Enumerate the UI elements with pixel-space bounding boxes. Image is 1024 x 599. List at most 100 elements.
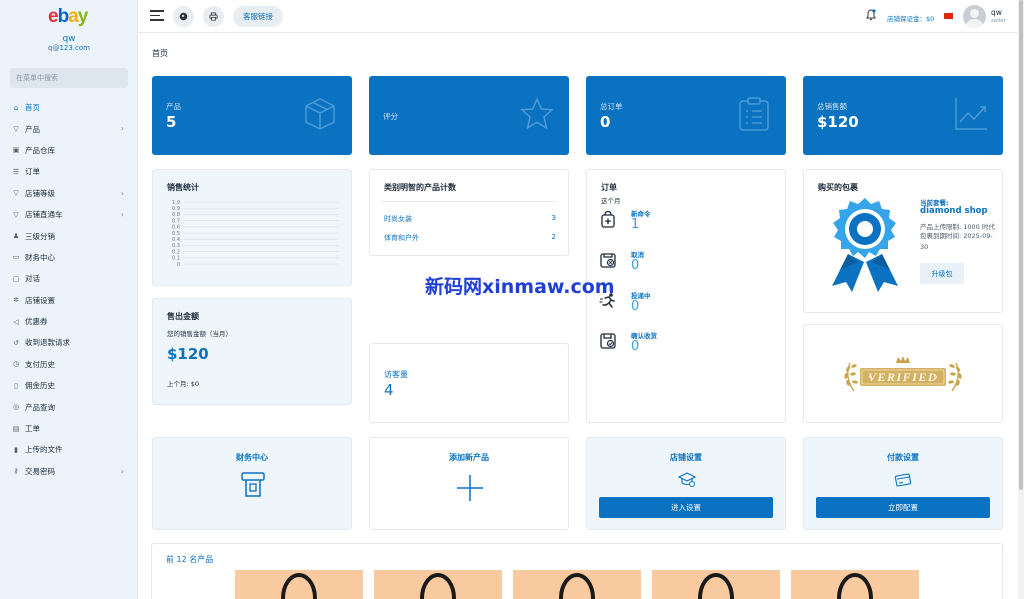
sidebar-item[interactable]: ⌂ 首页 [0,97,138,118]
product-thumbnail[interactable] [513,570,641,599]
page-scrollbar[interactable] [1018,0,1024,599]
order-item-new[interactable]: 新命令 1 [599,208,749,238]
product-thumbnail[interactable] [374,570,502,599]
configure-now-button[interactable]: 立即配置 [816,497,990,518]
sidebar-item[interactable]: ▤ 工单 [0,418,138,439]
notification-bell-icon[interactable] [866,9,876,24]
y-tick-label: 0.3 [172,243,180,249]
sidebar-item[interactable]: ◁ 优惠券 [0,311,138,332]
visitors-card: 访客量 4 [369,343,569,423]
sidebar-item[interactable]: ▽ 产品 › [0,118,138,139]
sidebar-item-label: 交易密码 [25,466,55,476]
finance-center-card[interactable]: 财务中心 [152,437,352,530]
order-item-cancelled[interactable]: 取消 0 [599,249,749,279]
sidebar-item[interactable]: ◎ 产品查询 [0,396,138,417]
sidebar-item[interactable]: ▢ 对话 [0,268,138,289]
print-button[interactable] [203,6,224,27]
product-thumbnail[interactable] [652,570,780,599]
plus-icon [457,475,483,501]
order-item-value: 0 [631,258,640,273]
cart-icon: ▽ [13,210,19,219]
support-link-button[interactable]: 客服链接 [233,6,283,27]
refund-icon: ↺ [13,338,19,347]
confirm-receipt-icon [600,333,616,349]
upgrade-package-button[interactable]: 升级包 [920,263,964,284]
sidebar-item[interactable]: ↺ 收到退款请求 [0,332,138,353]
logo-letter: y [77,6,89,27]
product-thumbnail[interactable] [791,570,919,599]
stat-card-rating[interactable]: 评分 [369,76,569,155]
y-tick-label: 0.4 [172,237,180,243]
order-item-confirmed[interactable]: 确认收货 0 [599,330,749,360]
sales-stats-card: 销售统计 1.0 0.9 0.8 0.7 0.6 0.5 0.4 0.3 0.2 0.1 0 [152,169,352,286]
chevron-right-icon: › [120,466,124,476]
printer-icon [209,12,218,21]
avatar[interactable] [963,5,986,28]
stat-label: 总销售额 [817,102,847,111]
sidebar-item[interactable]: ◷ 支付历史 [0,354,138,375]
package-card: 购买的包裹 当前套餐: diamond shop 产品上传限制: 1000 时代… [803,169,1003,313]
sidebar-item[interactable]: ▮ 上传的文件 [0,439,138,460]
menu-search-input[interactable] [10,68,128,88]
users-icon: ♟ [12,232,20,241]
logo-letter: a [68,6,79,27]
product-thumbnail[interactable] [235,570,363,599]
store-deposit[interactable]: 店铺保证金：$0 [887,13,934,23]
order-item-value: 0 [631,299,640,314]
sidebar: ebay qw q@123.com ⌂首页▽产品›▣产品仓库☰订单▽店铺等级›▽… [0,0,138,599]
category-row[interactable]: 时尚女装 3 [384,214,556,224]
china-flag-icon[interactable] [944,13,953,19]
globe-button[interactable] [173,6,194,27]
logo-letter: e [48,6,59,27]
sidebar-item[interactable]: ⚷ 交易密码 › [0,461,138,482]
new-order-icon [601,210,615,228]
visitors-label: 访客量 [384,370,408,379]
stat-value: 5 [166,113,177,131]
topbar: 客服链接 店铺保证金：$0 qw seller [138,0,1018,33]
sidebar-item-label: 支付历史 [25,359,55,369]
category-name: 时尚女装 [384,215,412,223]
category-row[interactable]: 体育和户外 2 [384,233,556,243]
add-product-card[interactable]: 添加新产品 [369,437,569,530]
sidebar-user-email: q@123.com [48,44,90,52]
action-title: 添加新产品 [449,453,489,462]
sidebar-item[interactable]: ▯ 佣金历史 [0,375,138,396]
category-count: 3 [551,214,556,222]
sales-chart: 1.00.90.80.70.60.50.40.30.20.10 [172,200,339,268]
upload-icon: ▮ [14,445,18,454]
trend-chart-icon [955,98,987,130]
order-item-value: 1 [631,217,640,232]
sidebar-item[interactable]: ▣ 产品仓库 [0,140,138,161]
stat-card-total-sales[interactable]: 总销售额 $120 [803,76,1003,155]
sidebar-item[interactable]: ♟ 三级分销 [0,225,138,246]
sidebar-item-label: 产品查询 [25,402,55,412]
sold-amount-subtitle: 您的销售金额（当月） [167,330,232,338]
visitors-value: 4 [384,381,394,399]
stat-card-total-orders[interactable]: 总订单 0 [586,76,786,155]
sidebar-item-label: 首页 [25,103,40,113]
sidebar-item-label: 工单 [25,424,40,434]
sidebar-item-label: 店铺设置 [25,295,55,305]
scrollbar-thumb[interactable] [1019,0,1023,490]
chat-icon: ▢ [12,274,20,283]
hamburger-menu-icon[interactable] [150,10,164,22]
sidebar-item-label: 佣金历史 [25,381,55,391]
stat-card-products[interactable]: 产品 5 [152,76,352,155]
y-tick-label: 0.7 [172,218,180,224]
query-icon: ◎ [12,403,20,412]
sidebar-item[interactable]: ▽ 店铺直通车 › [0,204,138,225]
ebay-logo[interactable]: ebay [48,6,89,28]
enter-settings-button[interactable]: 进入设置 [599,497,773,518]
sidebar-item[interactable]: ☰ 订单 [0,161,138,182]
sidebar-item[interactable]: ✲ 店铺设置 [0,290,138,311]
y-tick-label: 0.2 [172,249,180,255]
cancel-order-icon [600,253,616,268]
sidebar-item-label: 对话 [25,274,40,284]
sidebar-item[interactable]: ▭ 财务中心 [0,247,138,268]
category-count: 2 [551,233,556,241]
file-icon: ▯ [14,381,18,390]
sidebar-item[interactable]: ▽ 店铺等级 › [0,183,138,204]
card-title: 购买的包裹 [818,183,858,192]
category-name: 体育和户外 [384,234,419,242]
order-item-delivering[interactable]: 投递中 0 [599,290,749,320]
